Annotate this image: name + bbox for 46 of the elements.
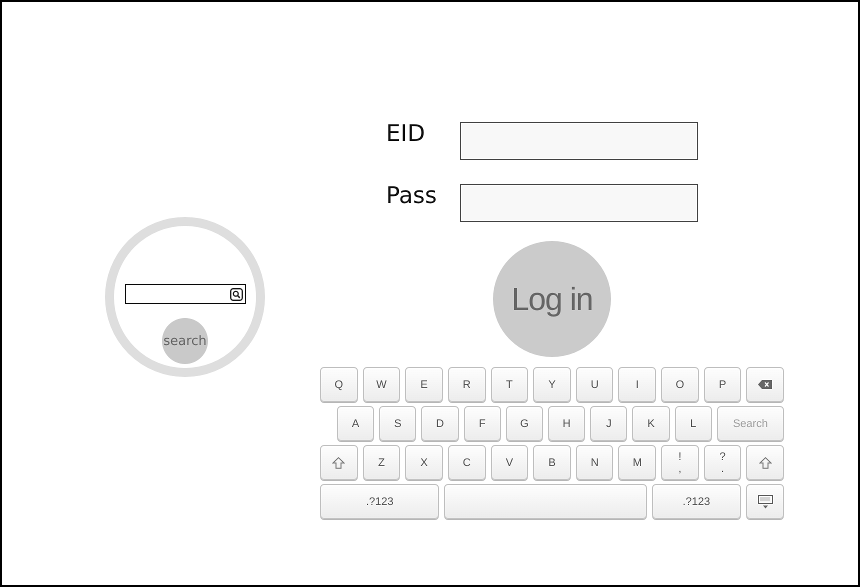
keyboard-key[interactable]: V — [490, 445, 528, 480]
keyboard-key[interactable]: I — [618, 367, 656, 402]
input-field[interactable] — [460, 122, 698, 160]
keyboard-key[interactable]: B — [533, 445, 571, 480]
search-button[interactable]: search — [162, 318, 208, 364]
shift-icon — [332, 456, 346, 468]
keyboard-key[interactable]: Y — [533, 367, 571, 402]
backspace-icon — [758, 380, 772, 389]
keyboard-key[interactable]: P — [704, 367, 742, 402]
search-field[interactable] — [124, 284, 246, 304]
keyboard-key[interactable]: .?123 — [652, 484, 742, 519]
keyboard-key[interactable]: X — [405, 445, 443, 480]
keyboard-key[interactable]: K — [632, 406, 670, 441]
backspace-key[interactable] — [746, 367, 784, 402]
search-icon — [230, 288, 242, 300]
shift-key[interactable] — [746, 445, 784, 480]
keyboard-key[interactable]: Z — [362, 445, 400, 480]
keyboard-key[interactable]: W — [362, 367, 400, 402]
keyboard-key[interactable]: A — [337, 406, 374, 441]
field-label: EID — [386, 120, 426, 148]
keyboard-key[interactable]: D — [421, 406, 459, 441]
keyboard-key[interactable]: R — [448, 367, 486, 402]
keyboard-key[interactable]: L — [674, 406, 712, 441]
input-field[interactable] — [460, 184, 698, 222]
login-button[interactable]: Log in — [493, 241, 611, 357]
keyboard-key[interactable]: G — [506, 406, 544, 441]
keyboard-key[interactable]: ? . — [704, 445, 742, 480]
keyboard-key[interactable]: F — [464, 406, 501, 441]
shift-icon — [758, 456, 772, 468]
keyboard-key[interactable]: Q — [320, 367, 358, 402]
keyboard-key[interactable]: M — [618, 445, 656, 480]
keyboard-hide-icon — [758, 494, 773, 508]
keyboard-key[interactable]: U — [576, 367, 614, 402]
shift-key[interactable] — [320, 445, 358, 480]
keyboard-key[interactable]: T — [490, 367, 528, 402]
keyboard-key[interactable]: O — [661, 367, 699, 402]
keyboard-key[interactable]: H — [548, 406, 586, 441]
keyboard-key[interactable]: E — [405, 367, 443, 402]
keyboard-key[interactable]: ! , — [661, 445, 699, 480]
hide-keyboard-key[interactable] — [746, 484, 784, 519]
keyboard-key[interactable]: J — [590, 406, 628, 441]
keyboard-key[interactable]: S — [379, 406, 416, 441]
keyboard-key[interactable]: C — [448, 445, 486, 480]
keyboard-key[interactable]: .?123 — [320, 484, 440, 519]
field-label: Pass — [386, 182, 438, 210]
keyboard-key[interactable]: N — [576, 445, 614, 480]
